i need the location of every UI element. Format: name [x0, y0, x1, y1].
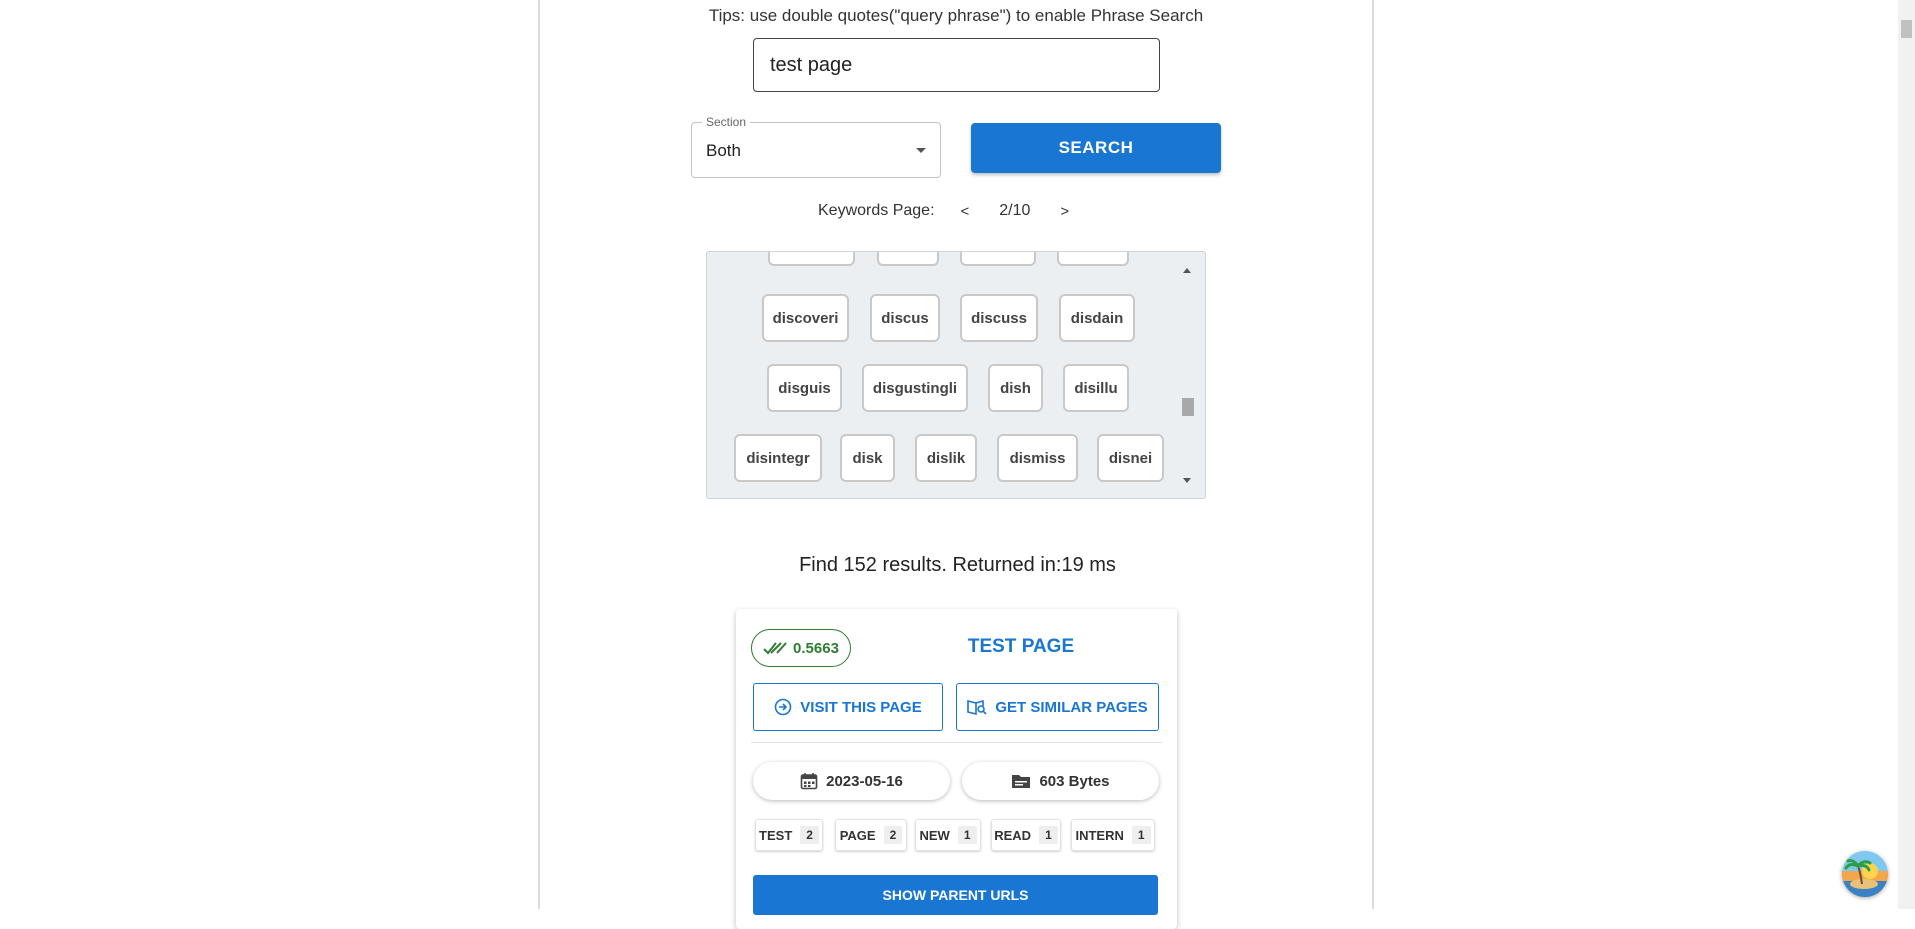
term-label: INTERN: [1075, 827, 1124, 843]
folder-icon: [1012, 775, 1031, 788]
caret-down-icon: [916, 148, 926, 153]
keywords-panel: discoveri discus discuss disdain disguis…: [706, 251, 1206, 499]
keyword-chip[interactable]: disnei: [1097, 434, 1164, 482]
keyword-chip[interactable]: discus: [870, 294, 940, 342]
arrow-circle-right-icon: [774, 698, 792, 716]
keyword-chip[interactable]: discuss: [960, 294, 1038, 342]
relevance-score: 0.5663: [793, 639, 839, 657]
page-date: 2023-05-16: [826, 772, 903, 790]
term-count: 1: [1039, 826, 1058, 844]
keyword-chip[interactable]: dislik: [915, 434, 977, 482]
date-pill: 2023-05-16: [753, 762, 950, 800]
keyword-chip[interactable]: disdain: [1059, 294, 1135, 342]
island-sunset-icon: [1842, 851, 1888, 897]
result-card: 0.5663 TEST PAGE VISIT THIS PAGE GET SIM…: [736, 609, 1177, 929]
result-title[interactable]: TEST PAGE: [876, 636, 1166, 658]
term-chip[interactable]: INTERN 1: [1071, 819, 1155, 851]
results-summary: Find 152 results. Returned in:19 ms: [799, 554, 1116, 576]
visit-page-button[interactable]: VISIT THIS PAGE: [753, 683, 943, 731]
page-scrollbar[interactable]: [1898, 0, 1915, 909]
book-search-icon: [967, 699, 987, 716]
keyword-chip[interactable]: disguis: [767, 364, 842, 412]
keyword-chip[interactable]: dish: [988, 364, 1043, 412]
search-tips: Tips: use double quotes("query phrase") …: [708, 6, 1204, 25]
section-select[interactable]: Section Both: [691, 115, 941, 178]
keyword-chip[interactable]: discoveri: [762, 294, 849, 342]
keyword-chip[interactable]: disintegr: [734, 434, 822, 482]
double-check-icon: [763, 642, 787, 655]
scroll-up-arrow-icon[interactable]: [1183, 268, 1191, 273]
term-label: PAGE: [839, 827, 876, 843]
term-label: TEST: [759, 827, 793, 843]
keyword-chip[interactable]: disillu: [1063, 364, 1129, 412]
keyword-chip-clipped[interactable]: [960, 252, 1036, 266]
term-count: 2: [883, 826, 903, 844]
assistant-avatar-icon[interactable]: [1842, 851, 1888, 897]
term-label: NEW: [919, 827, 950, 843]
term-chip[interactable]: TEST 2: [755, 819, 823, 851]
keywords-scrollbar-thumb[interactable]: [1182, 398, 1194, 416]
keywords-page-label: Keywords Page:: [818, 202, 935, 219]
card-divider: [751, 742, 1162, 743]
keyword-chip-clipped[interactable]: [877, 252, 939, 266]
keyword-chip[interactable]: dismiss: [997, 434, 1078, 482]
term-count: 1: [957, 826, 977, 844]
size-pill: 603 Bytes: [962, 762, 1159, 800]
term-chip[interactable]: READ 1: [991, 819, 1061, 851]
search-button[interactable]: SEARCH: [971, 123, 1221, 173]
keyword-chip[interactable]: disk: [840, 434, 895, 482]
term-label: READ: [994, 827, 1032, 843]
section-select-label: Section: [702, 115, 751, 129]
term-chip[interactable]: NEW 1: [915, 819, 981, 851]
keyword-chip-clipped[interactable]: [1057, 252, 1129, 266]
keyword-chip[interactable]: disgustingli: [862, 364, 968, 412]
show-parent-urls-button[interactable]: SHOW PARENT URLS: [753, 875, 1158, 915]
page-scrollbar-thumb[interactable]: [1901, 20, 1912, 38]
term-chip[interactable]: PAGE 2: [835, 819, 907, 851]
get-similar-pages-label: GET SIMILAR PAGES: [995, 698, 1148, 716]
term-count: 1: [1131, 826, 1151, 844]
page-size: 603 Bytes: [1039, 772, 1110, 790]
keywords-next-button[interactable]: >: [1052, 203, 1077, 220]
keyword-chip-clipped[interactable]: [768, 252, 855, 266]
calendar-icon: [800, 773, 818, 790]
keywords-prev-button[interactable]: <: [953, 203, 978, 220]
relevance-score-badge: 0.5663: [751, 629, 851, 667]
scroll-down-arrow-icon[interactable]: [1183, 478, 1191, 483]
keywords-pager: Keywords Page: < 2/10 >: [818, 200, 1077, 222]
term-count: 2: [800, 826, 819, 844]
keywords-page-number: 2/10: [999, 202, 1031, 219]
visit-page-label: VISIT THIS PAGE: [800, 698, 922, 716]
section-select-value: Both: [706, 141, 741, 160]
get-similar-pages-button[interactable]: GET SIMILAR PAGES: [956, 683, 1159, 731]
search-input[interactable]: [753, 38, 1160, 92]
